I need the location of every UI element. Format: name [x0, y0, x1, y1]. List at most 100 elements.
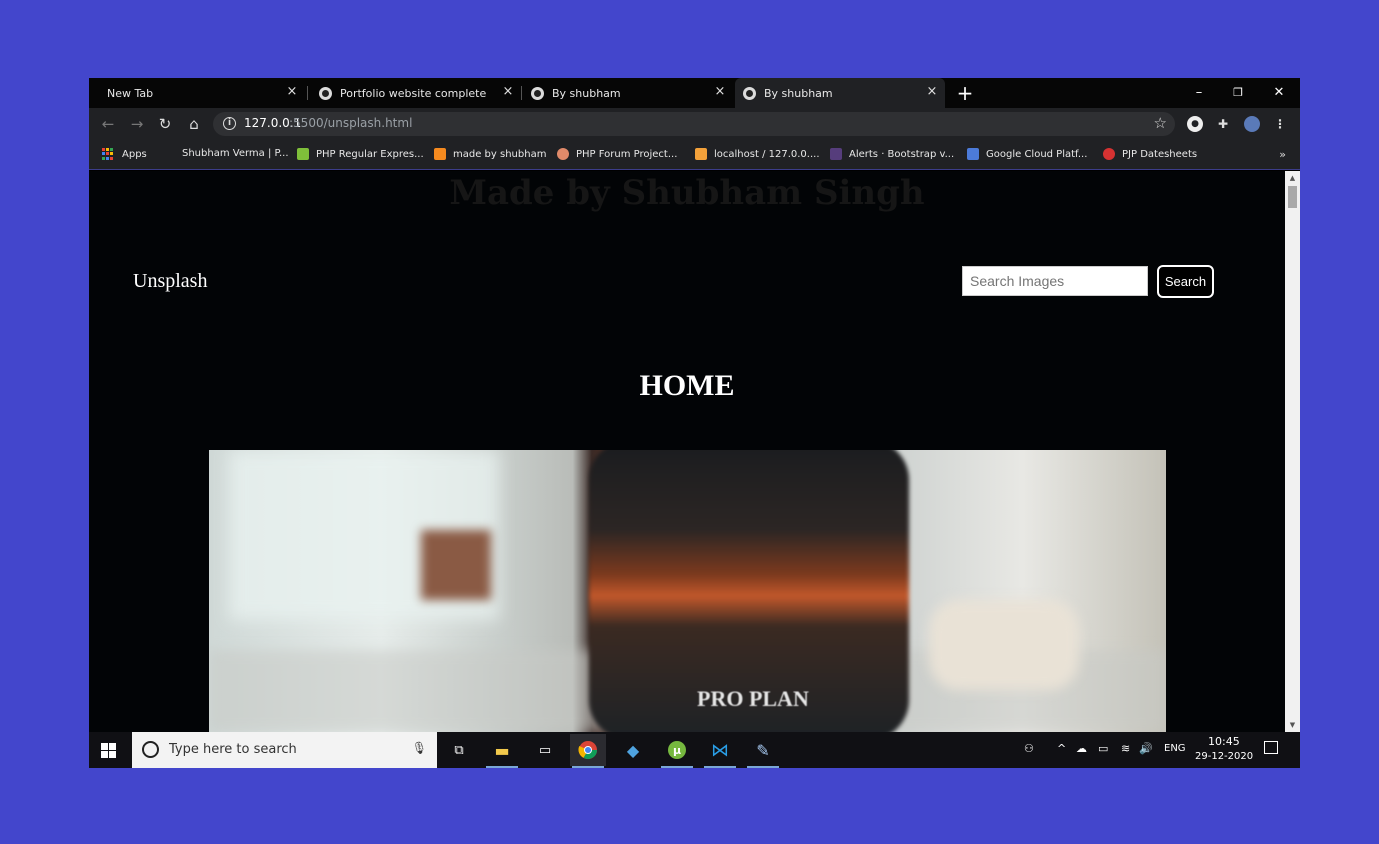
avatar-icon: [557, 148, 569, 160]
close-icon[interactable]: ×: [925, 85, 939, 99]
chrome-icon[interactable]: [570, 734, 606, 768]
svg-text:µ: µ: [673, 744, 681, 757]
bookmark-localhost[interactable]: localhost / 127.0.0....: [695, 148, 820, 160]
watermark-heading: Made by Shubham Singh: [449, 173, 925, 213]
bookmark-shubham-verma[interactable]: Shubham Verma | P...: [182, 148, 289, 159]
tab-title: By shubham: [764, 86, 833, 100]
puzzle-extensions-icon[interactable]: ✚: [1215, 116, 1231, 132]
action-center-icon[interactable]: [1264, 741, 1278, 754]
reload-icon[interactable]: ↻: [155, 114, 175, 134]
tab-portfolio[interactable]: Portfolio website complete ×: [311, 78, 521, 108]
windows-taskbar: Type here to search 🎙 ⧉ ▬ ▭ ◆ µ ⋈ ✎ ⚇ ^ …: [89, 732, 1300, 768]
photo-bottle: [421, 530, 491, 600]
bookmark-label: Shubham Verma | P...: [182, 148, 289, 159]
php-icon: [297, 148, 309, 160]
menu-kebab-icon[interactable]: ⋮: [1272, 116, 1288, 132]
volume-icon[interactable]: 🔊: [1139, 742, 1153, 755]
site-info-icon[interactable]: i: [223, 117, 236, 130]
terminal-icon[interactable]: ▭: [527, 734, 563, 766]
extension-icon[interactable]: ●: [1187, 116, 1203, 132]
browser-toolbar: ← → ↻ ⌂ i 127.0.0.1 :5500/unsplash.html …: [89, 108, 1300, 140]
bookmark-pjp-datesheets[interactable]: PJP Datesheets: [1103, 148, 1197, 160]
gcp-icon: [967, 148, 979, 160]
language-indicator[interactable]: ENG: [1164, 743, 1186, 754]
paint-icon[interactable]: ✎: [745, 734, 781, 768]
phpmyadmin-icon: [695, 148, 707, 160]
bookmarks-bar: Apps Shubham Verma | P... PHP Regular Ex…: [89, 140, 1300, 170]
minimize-button[interactable]: –: [1189, 83, 1209, 103]
onedrive-icon[interactable]: ☁: [1076, 742, 1087, 755]
vscode-icon[interactable]: ⋈: [702, 734, 738, 768]
globe-icon: [743, 86, 756, 100]
bookmark-star-icon[interactable]: ☆: [1154, 114, 1167, 132]
bookmark-bootstrap-alerts[interactable]: Alerts · Bootstrap v...: [830, 148, 954, 160]
bookmark-php-regex[interactable]: PHP Regular Expres...: [297, 148, 424, 160]
address-bar[interactable]: i 127.0.0.1 :5500/unsplash.html ☆: [213, 112, 1175, 136]
restore-button[interactable]: ❐: [1228, 83, 1248, 103]
taskbar-search-placeholder: Type here to search: [169, 742, 297, 757]
bookmark-label: PJP Datesheets: [1122, 148, 1198, 160]
home-icon[interactable]: ⌂: [184, 114, 204, 134]
bootstrap-icon: [830, 148, 842, 160]
bookmark-label: PHP Regular Expres...: [316, 148, 424, 160]
browser-window: New Tab × Portfolio website complete × B…: [89, 78, 1300, 768]
task-view-icon[interactable]: ⧉: [441, 734, 477, 766]
profile-avatar-icon[interactable]: [1244, 116, 1260, 132]
page-viewport: Made by Shubham Singh Unsplash Search HO…: [89, 171, 1300, 732]
close-icon[interactable]: ×: [713, 85, 727, 99]
forward-icon[interactable]: →: [127, 114, 147, 134]
azure-data-studio-icon[interactable]: ◆: [615, 734, 651, 766]
scroll-down-arrow-icon[interactable]: ▼: [1285, 718, 1300, 732]
bookmark-php-forum[interactable]: PHP Forum Project...: [557, 148, 677, 160]
search-input[interactable]: [962, 266, 1148, 296]
bookmark-label: localhost / 127.0.0....: [714, 148, 820, 160]
xampp-icon: [434, 148, 446, 160]
photo-bag-label: PRO PLAN: [697, 686, 809, 711]
bookmark-label: Apps: [122, 148, 147, 160]
scroll-thumb[interactable]: [1288, 186, 1297, 208]
tab-title: New Tab: [107, 86, 154, 100]
tab-strip: New Tab × Portfolio website complete × B…: [89, 78, 1300, 108]
back-icon[interactable]: ←: [98, 114, 118, 134]
new-tab-button[interactable]: +: [955, 83, 975, 103]
file-explorer-icon[interactable]: ▬: [484, 734, 520, 768]
clock-time[interactable]: 10:45: [1208, 735, 1240, 748]
windows-start-icon[interactable]: [101, 743, 116, 758]
photo-bowl: [929, 600, 1079, 690]
bookmark-label: Alerts · Bootstrap v...: [849, 148, 955, 160]
hero-photo: PRO PLAN: [209, 450, 1166, 732]
search-button[interactable]: Search: [1157, 265, 1214, 298]
bookmark-label: PHP Forum Project...: [576, 148, 678, 160]
wifi-icon[interactable]: ≋: [1121, 742, 1130, 755]
cortana-icon: [142, 741, 159, 758]
close-icon[interactable]: ×: [285, 85, 299, 99]
bookmark-label: made by shubham: [453, 148, 547, 160]
battery-icon[interactable]: ▭: [1098, 742, 1108, 755]
tab-separator: [521, 86, 522, 100]
globe-icon: [319, 86, 332, 100]
bookmark-google-cloud[interactable]: Google Cloud Platf...: [967, 148, 1087, 160]
more-bookmarks-icon[interactable]: »: [1279, 148, 1286, 161]
tab-title: By shubham: [552, 86, 621, 100]
taskbar-search-box[interactable]: Type here to search 🎙: [132, 732, 437, 768]
vertical-scrollbar[interactable]: ▲ ▼: [1285, 171, 1300, 732]
utorrent-icon[interactable]: µ: [659, 734, 695, 768]
close-icon[interactable]: ×: [501, 85, 515, 99]
apps-grid-icon: [102, 148, 114, 160]
tray-overflow-icon[interactable]: ^: [1057, 742, 1066, 755]
clock-date[interactable]: 29-12-2020: [1195, 751, 1253, 762]
pjp-icon: [1103, 148, 1115, 160]
tab-by-shubham[interactable]: By shubham ×: [523, 78, 733, 108]
bookmark-made-by-shubham[interactable]: made by shubham: [434, 148, 546, 160]
brand-logo-text[interactable]: Unsplash: [133, 270, 207, 293]
page-title: HOME: [639, 369, 735, 402]
people-icon[interactable]: ⚇: [1024, 742, 1034, 755]
tab-by-shubham-active[interactable]: By shubham ×: [735, 78, 945, 108]
url-path: :5500/unsplash.html: [289, 116, 413, 130]
tab-new-tab[interactable]: New Tab ×: [95, 78, 305, 108]
globe-icon: [531, 86, 544, 100]
microphone-icon[interactable]: 🎙: [412, 741, 427, 755]
scroll-up-arrow-icon[interactable]: ▲: [1285, 171, 1300, 185]
window-close-button[interactable]: ✕: [1269, 83, 1289, 103]
bookmark-apps[interactable]: Apps: [102, 148, 147, 160]
